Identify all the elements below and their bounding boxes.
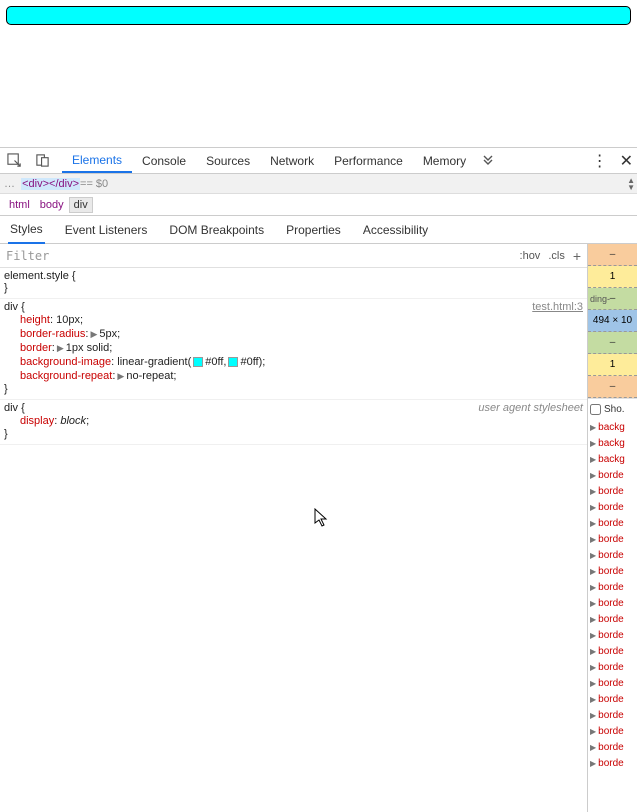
box-border[interactable]: 1 xyxy=(588,266,637,288)
new-style-rule-icon[interactable]: + xyxy=(573,248,581,264)
computed-prop[interactable]: ▶backg xyxy=(588,419,637,435)
tab-performance[interactable]: Performance xyxy=(324,148,413,173)
computed-prop[interactable]: ▶borde xyxy=(588,515,637,531)
box-content[interactable]: 494 × 10 xyxy=(588,310,637,332)
kebab-menu-icon[interactable]: ⋮ xyxy=(592,151,608,171)
crumb-div[interactable]: div xyxy=(69,197,93,213)
devtools-panel: Elements Console Sources Network Perform… xyxy=(0,147,637,812)
show-all-checkbox[interactable] xyxy=(590,404,601,415)
show-all-toggle[interactable]: Sho. xyxy=(588,399,637,419)
computed-prop[interactable]: ▶borde xyxy=(588,627,637,643)
computed-prop[interactable]: ▶borde xyxy=(588,723,637,739)
devtools-toolbar: Elements Console Sources Network Perform… xyxy=(0,148,637,174)
dom-tree-row[interactable]: … <div></div> == $0 ▲▼ xyxy=(0,174,637,194)
computed-prop[interactable]: ▶borde xyxy=(588,499,637,515)
rule-element-style[interactable]: element.style { } xyxy=(0,268,587,299)
computed-properties: Sho. ▶backg▶backg▶backg▶borde▶borde▶bord… xyxy=(588,398,637,771)
computed-prop[interactable]: ▶borde xyxy=(588,483,637,499)
computed-prop[interactable]: ▶borde xyxy=(588,675,637,691)
device-toggle-icon[interactable] xyxy=(28,153,56,168)
cls-toggle[interactable]: .cls xyxy=(548,250,565,262)
breadcrumb: html body div xyxy=(0,194,637,216)
main-tabs: Elements Console Sources Network Perform… xyxy=(62,148,476,173)
computed-prop[interactable]: ▶backg xyxy=(588,435,637,451)
subtab-styles[interactable]: Styles xyxy=(8,216,45,244)
rendered-page xyxy=(0,0,637,147)
computed-prop[interactable]: ▶backg xyxy=(588,451,637,467)
source-link[interactable]: test.html:3 xyxy=(532,301,583,313)
computed-prop[interactable]: ▶borde xyxy=(588,707,637,723)
subtab-properties[interactable]: Properties xyxy=(284,217,343,243)
dom-scroll-icon[interactable]: ▲▼ xyxy=(627,177,635,191)
computed-prop[interactable]: ▶borde xyxy=(588,467,637,483)
computed-prop[interactable]: ▶borde xyxy=(588,611,637,627)
tab-elements[interactable]: Elements xyxy=(62,148,132,173)
computed-prop[interactable]: ▶borde xyxy=(588,547,637,563)
computed-prop[interactable]: ▶borde xyxy=(588,531,637,547)
box-margin-b[interactable]: – xyxy=(588,376,637,398)
filter-input[interactable] xyxy=(0,244,514,267)
inspect-icon[interactable] xyxy=(0,153,28,168)
more-tabs-icon[interactable] xyxy=(482,152,494,170)
box-padding-b[interactable]: – xyxy=(588,332,637,354)
styles-list: element.style { } test.html:3 div { heig… xyxy=(0,268,587,812)
hov-toggle[interactable]: :hov xyxy=(520,250,541,262)
computed-sidebar: – 1 ding-– 494 × 10 – 1 – Sho. ▶backg▶ba… xyxy=(587,244,637,812)
crumb-html[interactable]: html xyxy=(4,197,35,213)
tab-sources[interactable]: Sources xyxy=(196,148,260,173)
crumb-body[interactable]: body xyxy=(35,197,69,213)
tab-network[interactable]: Network xyxy=(260,148,324,173)
close-devtools-icon[interactable]: ✕ xyxy=(620,151,633,171)
ua-stylesheet-label: user agent stylesheet xyxy=(478,402,583,414)
computed-prop[interactable]: ▶borde xyxy=(588,691,637,707)
computed-prop[interactable]: ▶borde xyxy=(588,579,637,595)
computed-prop[interactable]: ▶borde xyxy=(588,595,637,611)
box-margin[interactable]: – xyxy=(588,244,637,266)
rule-div-ua[interactable]: user agent stylesheet div { display: blo… xyxy=(0,400,587,445)
tab-memory[interactable]: Memory xyxy=(413,148,476,173)
box-border-b[interactable]: 1 xyxy=(588,354,637,376)
box-padding[interactable]: ding-– xyxy=(588,288,637,310)
computed-prop[interactable]: ▶borde xyxy=(588,643,637,659)
computed-prop[interactable]: ▶borde xyxy=(588,563,637,579)
rule-div-author[interactable]: test.html:3 div { height: 10px; border-r… xyxy=(0,299,587,400)
styles-sub-tabs: Styles Event Listeners DOM Breakpoints P… xyxy=(0,216,637,244)
styles-filter-row: :hov .cls + xyxy=(0,244,587,268)
subtab-accessibility[interactable]: Accessibility xyxy=(361,217,430,243)
target-div[interactable] xyxy=(6,6,631,25)
subtab-event-listeners[interactable]: Event Listeners xyxy=(63,217,150,243)
computed-prop[interactable]: ▶borde xyxy=(588,755,637,771)
tab-console[interactable]: Console xyxy=(132,148,196,173)
computed-prop[interactable]: ▶borde xyxy=(588,739,637,755)
subtab-dom-breakpoints[interactable]: DOM Breakpoints xyxy=(167,217,266,243)
computed-prop[interactable]: ▶borde xyxy=(588,659,637,675)
